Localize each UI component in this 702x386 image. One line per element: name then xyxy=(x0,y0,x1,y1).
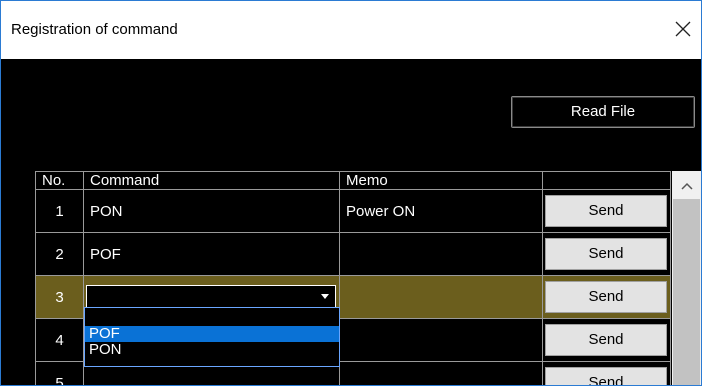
memo-cell[interactable]: Power ON xyxy=(340,190,543,233)
dropdown-option[interactable]: POF xyxy=(85,326,339,342)
send-cell: Send xyxy=(543,276,671,319)
send-cell: Send xyxy=(543,190,671,233)
chevron-up-icon xyxy=(681,181,693,191)
memo-cell[interactable] xyxy=(340,233,543,276)
dialog-title: Registration of command xyxy=(11,21,178,38)
memo-cell[interactable] xyxy=(340,319,543,362)
send-button[interactable]: Send xyxy=(545,195,667,227)
send-button[interactable]: Send xyxy=(545,367,667,386)
table-row[interactable]: 1 PON Power ON Send xyxy=(36,190,671,233)
row-number: 2 xyxy=(36,233,84,276)
header-no: No. xyxy=(36,172,84,190)
memo-cell[interactable] xyxy=(340,362,543,386)
row-number: 1 xyxy=(36,190,84,233)
header-action xyxy=(543,172,671,190)
close-icon xyxy=(674,20,692,38)
registration-dialog: Registration of command Read File No. Co… xyxy=(0,0,702,386)
chevron-down-icon[interactable] xyxy=(321,294,329,299)
close-button[interactable] xyxy=(665,15,701,45)
scrollbar-thumb[interactable] xyxy=(673,199,700,385)
header-memo: Memo xyxy=(340,172,543,190)
command-cell[interactable]: PON xyxy=(84,190,340,233)
memo-cell[interactable] xyxy=(340,276,543,319)
header-command: Command xyxy=(84,172,340,190)
send-button[interactable]: Send xyxy=(545,238,667,270)
send-button[interactable]: Send xyxy=(545,281,667,313)
send-cell: Send xyxy=(543,233,671,276)
row-number: 3 xyxy=(36,276,84,319)
send-button[interactable]: Send xyxy=(545,324,667,356)
dropdown-option[interactable]: PON xyxy=(85,342,339,358)
title-bar: Registration of command xyxy=(1,1,701,59)
row-number: 5 xyxy=(36,362,84,386)
send-cell: Send xyxy=(543,362,671,386)
table-row[interactable]: 2 POF Send xyxy=(36,233,671,276)
row-number: 4 xyxy=(36,319,84,362)
read-file-button[interactable]: Read File xyxy=(511,96,695,128)
scroll-up-button[interactable] xyxy=(672,171,701,199)
command-dropdown-list[interactable]: POF PON xyxy=(84,307,340,367)
command-cell[interactable]: POF xyxy=(84,233,340,276)
command-combobox[interactable] xyxy=(86,285,336,309)
table-header-row: No. Command Memo xyxy=(36,172,671,190)
send-cell: Send xyxy=(543,319,671,362)
vertical-scrollbar[interactable] xyxy=(672,171,701,385)
